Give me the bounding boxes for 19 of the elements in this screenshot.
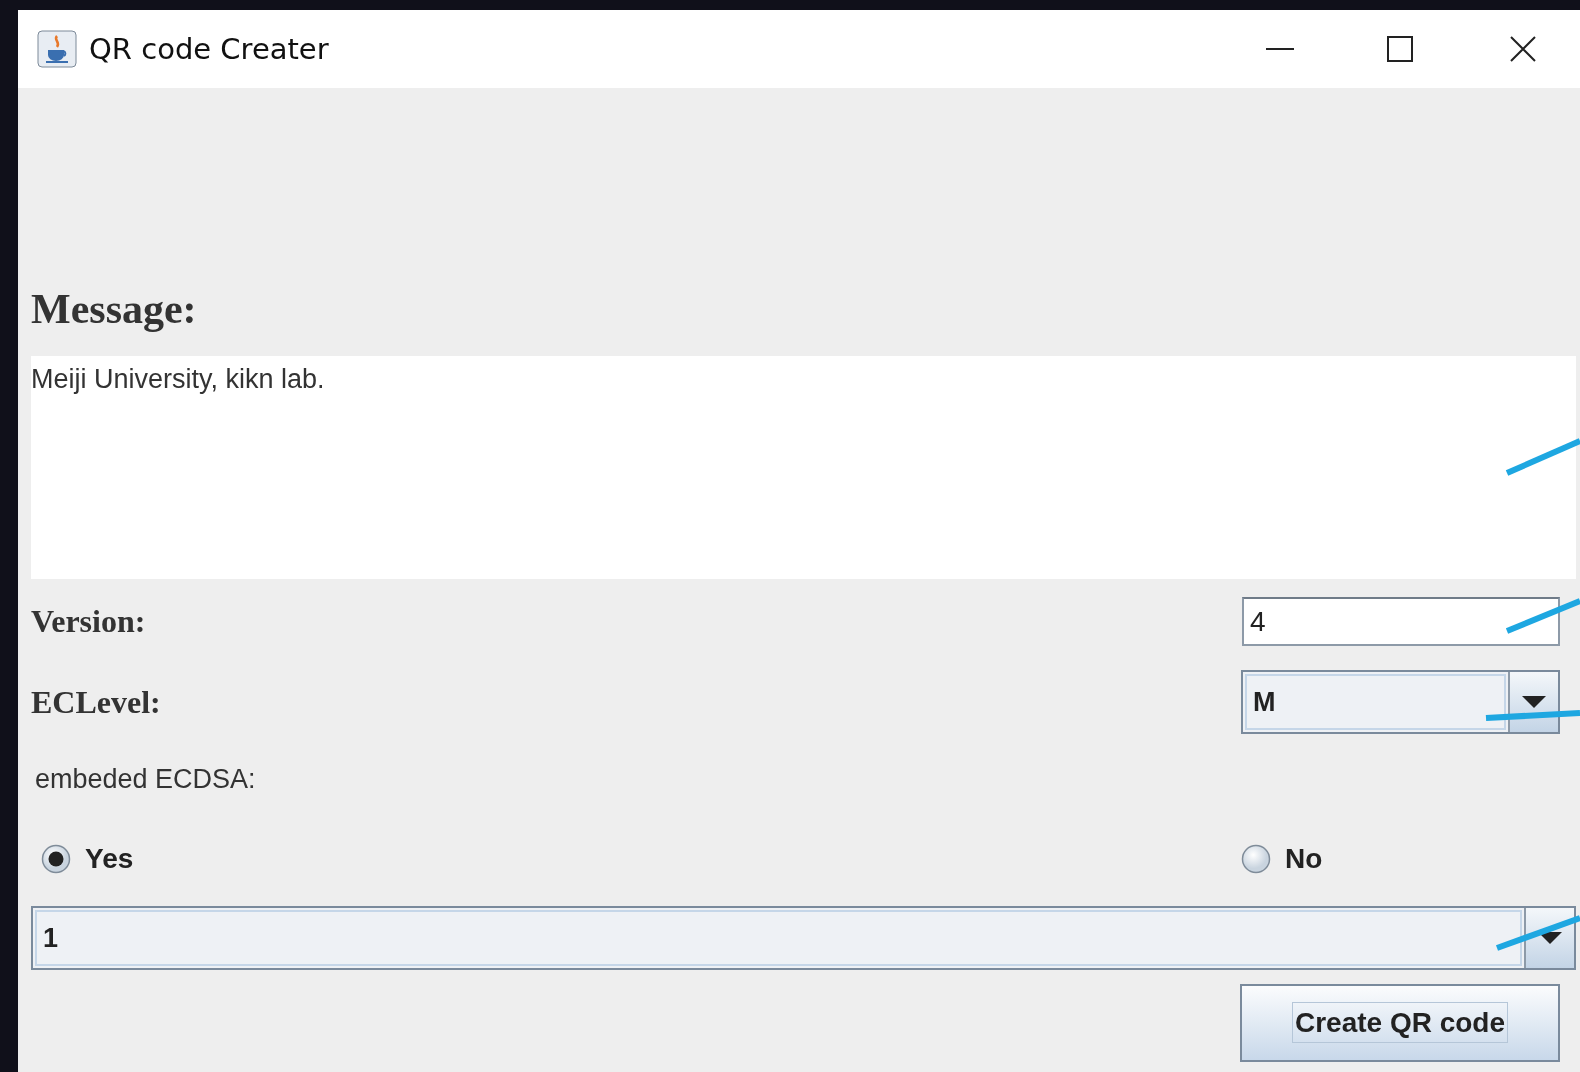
message-text-area[interactable]: Meiji University, kikn lab. bbox=[31, 356, 1576, 579]
create-qr-code-button[interactable]: Create QR code bbox=[1240, 984, 1560, 1062]
close-icon[interactable] bbox=[1508, 35, 1537, 63]
caret-icon bbox=[1522, 696, 1546, 708]
ec-level-label: ECLevel: bbox=[31, 683, 161, 721]
version-label: Version: bbox=[31, 603, 146, 640]
radio-empty-icon bbox=[1241, 844, 1271, 874]
window-title: QR code Creater bbox=[89, 32, 329, 66]
message-label: Message: bbox=[31, 285, 198, 334]
ec-level-dropdown[interactable]: M bbox=[1241, 670, 1560, 734]
coffee-cup-icon bbox=[37, 30, 77, 68]
version-field[interactable]: 4 bbox=[1242, 597, 1560, 646]
radio-option[interactable]: Yes bbox=[41, 843, 134, 875]
key-dropdown[interactable]: 1 bbox=[31, 906, 1576, 970]
ecdsa-label: embeded ECDSA: bbox=[34, 764, 257, 796]
radio-option[interactable]: No bbox=[1241, 843, 1323, 875]
maximize-icon[interactable] bbox=[1387, 36, 1413, 62]
radio-selected-icon bbox=[41, 844, 71, 874]
minimize-icon[interactable] bbox=[1266, 47, 1294, 51]
